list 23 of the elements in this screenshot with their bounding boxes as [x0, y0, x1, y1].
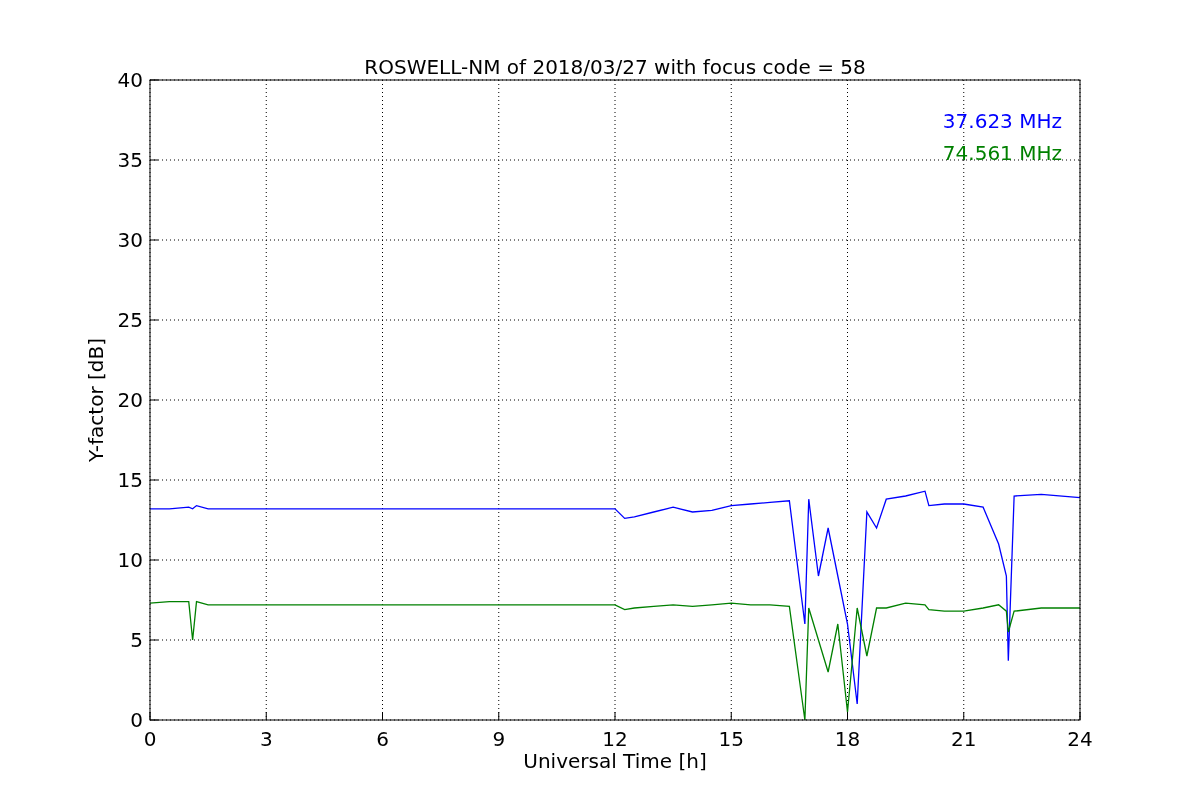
x-tick-label: 0 [143, 727, 157, 751]
y-tick-label: 25 [117, 308, 143, 332]
y-tick-label: 35 [117, 148, 143, 172]
y-tick-label: 20 [117, 388, 143, 412]
x-tick-label: 24 [1067, 727, 1093, 751]
legend-label: 74.561 MHz [942, 141, 1062, 165]
y-tick-label: 30 [117, 228, 143, 252]
y-tick-label: 40 [117, 68, 143, 92]
legend-label: 37.623 MHz [942, 109, 1062, 133]
x-tick-label: 3 [259, 727, 273, 751]
x-tick-label: 18 [834, 727, 861, 751]
y-tick-label: 10 [117, 548, 143, 572]
x-tick-label: 6 [376, 727, 389, 751]
y-tick-label: 5 [130, 628, 143, 652]
chart-title: ROSWELL-NM of 2018/03/27 with focus code = 58 [364, 55, 866, 79]
y-tick-label: 0 [130, 708, 143, 732]
x-axis-label: Universal Time [h] [523, 749, 707, 773]
y-tick-label: 15 [117, 468, 143, 492]
x-tick-label: 21 [951, 727, 977, 751]
x-tick-label: 15 [718, 727, 744, 751]
y-axis-label: Y-factor [dB] [84, 338, 108, 462]
x-tick-label: 12 [602, 727, 628, 751]
x-tick-label: 9 [492, 727, 506, 751]
